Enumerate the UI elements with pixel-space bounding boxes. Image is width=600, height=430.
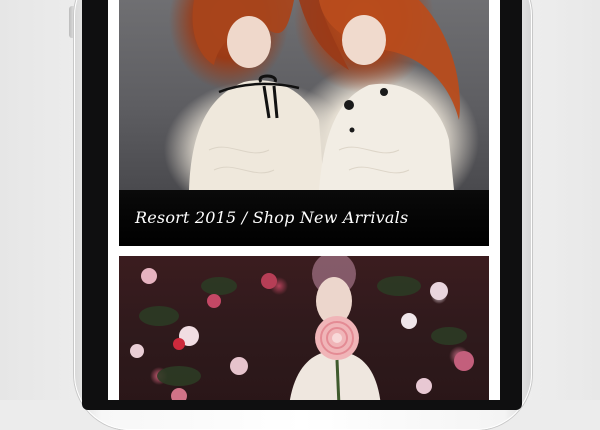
promo-caption-bar: Resort 2015 / Shop New Arrivals	[119, 190, 489, 246]
flower-wall-photo	[119, 256, 489, 400]
flower-wall-art	[130, 256, 474, 400]
promo-card[interactable]: Resort 2015 / Shop New Arrivals	[119, 0, 489, 246]
promo-photo	[119, 0, 489, 190]
promo-caption[interactable]: Resort 2015 / Shop New Arrivals	[135, 208, 408, 227]
flower-wall-card[interactable]	[119, 256, 489, 400]
promo-photo-art	[189, 0, 460, 190]
app-screen: Resort 2015 / Shop New Arrivals	[108, 0, 500, 400]
